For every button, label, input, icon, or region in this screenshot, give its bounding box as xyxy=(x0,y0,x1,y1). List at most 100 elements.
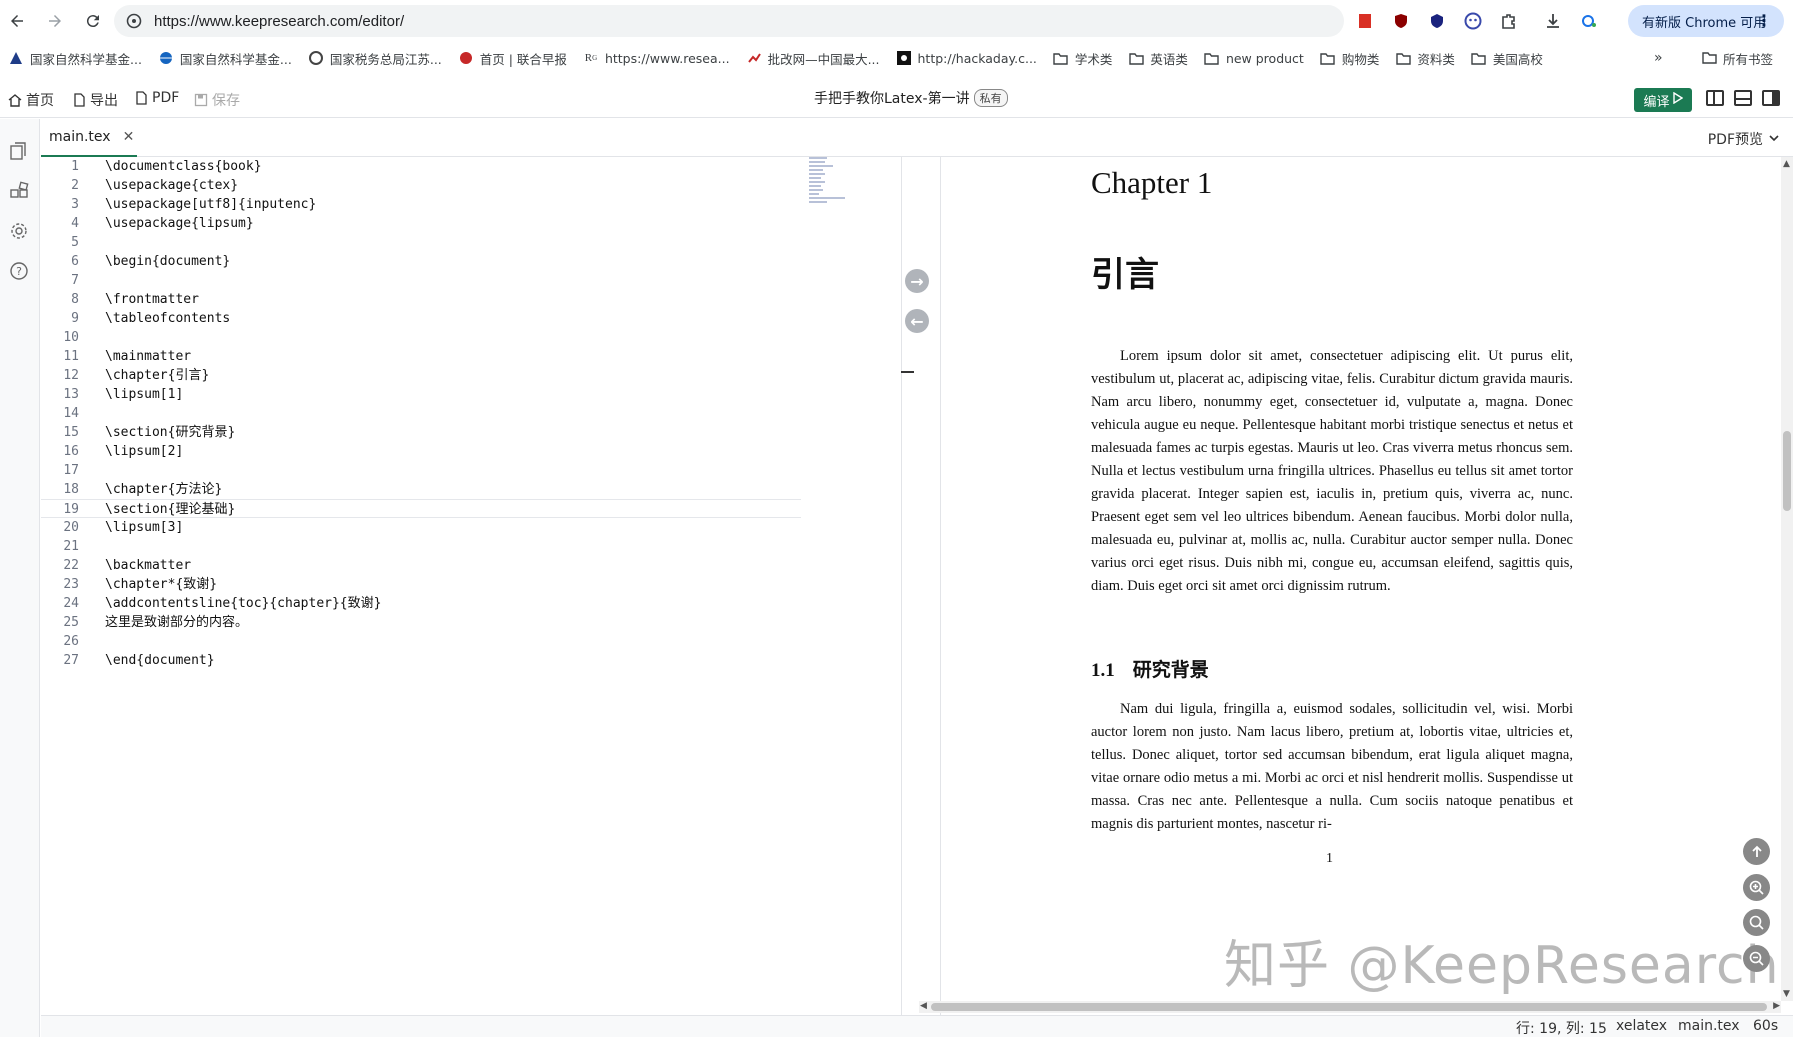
line-number: 13 xyxy=(63,387,79,402)
bookmark-red-icon[interactable] xyxy=(1356,12,1374,30)
ublock-icon[interactable] xyxy=(1392,12,1410,30)
layout-split-horizontal-icon[interactable] xyxy=(1734,90,1752,106)
pdf-preview-dropdown[interactable]: PDF预览 xyxy=(1708,129,1779,149)
code-line[interactable]: 7 xyxy=(41,271,801,290)
packages-icon[interactable] xyxy=(7,179,31,203)
code-line[interactable]: 16 \lipsum[2] xyxy=(41,442,801,461)
code-line[interactable]: 13 \lipsum[1] xyxy=(41,385,801,404)
pane-divider[interactable]: → ← xyxy=(901,157,941,1015)
code-line[interactable]: 22 \backmatter xyxy=(41,556,801,575)
shield-extension-icon[interactable] xyxy=(1428,12,1446,30)
export-button[interactable]: 导出 xyxy=(72,90,118,110)
compiler-engine[interactable]: xelatex xyxy=(1616,1018,1667,1034)
menu-kebab-icon[interactable]: ⋮ xyxy=(1756,11,1772,30)
code-line[interactable]: 12 \chapter{引言} xyxy=(41,366,801,385)
download-icon[interactable] xyxy=(1544,12,1562,30)
code-line[interactable]: 26 xyxy=(41,632,801,651)
code-text: \usepackage{lipsum} xyxy=(105,216,254,231)
scroll-right-arrow-icon[interactable]: ▶ xyxy=(1773,1001,1780,1011)
code-line[interactable]: 6 \begin{document} xyxy=(41,252,801,271)
bookmark-item[interactable]: 批改网—中国最大... xyxy=(746,49,880,68)
code-line[interactable]: 27 \end{document} xyxy=(41,651,801,670)
code-text: \lipsum[3] xyxy=(105,520,184,535)
code-line[interactable]: 18 \chapter{方法论} xyxy=(41,480,801,499)
code-line[interactable]: 9 \tableofcontents xyxy=(41,309,801,328)
code-line[interactable]: 5 xyxy=(41,233,801,252)
bookmark-item[interactable]: 国家自然科学基金... xyxy=(158,49,292,68)
code-line[interactable]: 25 这里是致谢部分的内容。 xyxy=(41,613,801,632)
chrome-update-button[interactable]: 有新版 Chrome 可用 ⋮ xyxy=(1628,5,1784,37)
code-line[interactable]: 10 xyxy=(41,328,801,347)
zoom-in-button[interactable] xyxy=(1743,874,1770,901)
code-line[interactable]: 1 \documentclass{book} xyxy=(41,157,801,176)
code-editor[interactable]: 1 \documentclass{book} 2 \usepackage{ctex} 3… xyxy=(41,157,901,1015)
code-line[interactable]: 14 xyxy=(41,404,801,423)
pdf-button[interactable]: PDF xyxy=(134,90,179,106)
all-bookmarks-button[interactable]: 所有书签 xyxy=(1702,49,1773,68)
sync-to-source-icon[interactable]: ← xyxy=(905,309,929,333)
bookmark-folder[interactable]: 英语类 xyxy=(1128,49,1188,68)
code-line[interactable]: 4 \usepackage{lipsum} xyxy=(41,214,801,233)
layout-pdf-only-icon[interactable] xyxy=(1762,90,1780,106)
code-text: \chapter{方法论} xyxy=(105,482,223,497)
save-button[interactable]: 保存 xyxy=(194,90,240,110)
code-line[interactable]: 2 \usepackage{ctex} xyxy=(41,176,801,195)
close-icon[interactable]: ✕ xyxy=(123,129,135,145)
pdf-horizontal-scrollbar[interactable]: ◀ ▶ xyxy=(919,1001,1781,1013)
code-line[interactable]: 8 \frontmatter xyxy=(41,290,801,309)
bookmark-item[interactable]: R Ghttps://www.resea... xyxy=(583,50,730,66)
bookmark-folder[interactable]: 美国高校 xyxy=(1471,49,1543,68)
section-number: 1.1 xyxy=(1091,660,1115,681)
site-info-icon[interactable] xyxy=(126,13,142,29)
code-text: \lipsum[1] xyxy=(105,387,184,402)
bookmark-folder[interactable]: new product xyxy=(1204,50,1304,66)
layout-switcher xyxy=(1706,90,1780,106)
pdf-vertical-scrollbar[interactable]: ▲ ▼ xyxy=(1781,157,1793,1001)
line-number: 27 xyxy=(63,653,79,668)
tab-main-tex[interactable]: main.tex ✕ xyxy=(41,119,137,157)
puzzle-extensions-icon[interactable] xyxy=(1500,12,1518,30)
more-bookmarks-button[interactable]: » xyxy=(1654,50,1663,66)
settings-gear-icon[interactable] xyxy=(7,219,31,243)
files-icon[interactable] xyxy=(7,139,31,163)
bookmark-folder[interactable]: 学术类 xyxy=(1053,49,1112,68)
bookmark-item[interactable]: http://hackaday.c... xyxy=(896,50,1037,66)
minimap[interactable] xyxy=(809,157,849,217)
bookmark-folder[interactable]: 资料类 xyxy=(1395,49,1455,68)
zoom-fit-button[interactable] xyxy=(1743,909,1770,936)
code-line[interactable]: 15 \section{研究背景} xyxy=(41,423,801,442)
bookmark-item[interactable]: 国家税务总局江苏... xyxy=(308,49,442,68)
scroll-thumb[interactable] xyxy=(1783,431,1791,511)
layout-split-vertical-icon[interactable] xyxy=(1706,90,1724,106)
bookmark-folder[interactable]: 购物类 xyxy=(1320,49,1379,68)
zoom-out-button[interactable] xyxy=(1743,945,1770,972)
code-line[interactable]: 21 xyxy=(41,537,801,556)
scroll-to-top-button[interactable] xyxy=(1743,838,1770,865)
bookmark-item[interactable]: 首页 | 联合早报 xyxy=(458,49,567,68)
scroll-down-arrow-icon[interactable]: ▼ xyxy=(1783,989,1790,999)
forward-icon[interactable] xyxy=(44,10,66,32)
scroll-thumb[interactable] xyxy=(931,1003,1767,1011)
translate-extension-icon[interactable] xyxy=(1580,12,1598,30)
pdf-preview[interactable]: Chapter 1 引言 Lorem ipsum dolor sit amet,… xyxy=(942,157,1781,1001)
code-line[interactable]: 19 \section{理论基础} xyxy=(41,499,801,518)
reload-icon[interactable] xyxy=(82,10,104,32)
code-line[interactable]: 23 \chapter*{致谢} xyxy=(41,575,801,594)
editor-tab-bar: main.tex ✕ PDF预览 xyxy=(41,119,1793,157)
code-line[interactable]: 17 xyxy=(41,461,801,480)
home-button[interactable]: 首页 xyxy=(8,90,54,110)
compile-button[interactable]: 编译 xyxy=(1634,88,1692,112)
face-extension-icon[interactable] xyxy=(1464,12,1482,30)
code-line[interactable]: 20 \lipsum[3] xyxy=(41,518,801,537)
address-bar[interactable]: https://www.keepresearch.com/editor/ xyxy=(114,5,1344,37)
bookmark-item[interactable]: 国家自然科学基金... xyxy=(8,49,142,68)
sync-to-pdf-icon[interactable]: → xyxy=(905,269,929,293)
scroll-left-arrow-icon[interactable]: ◀ xyxy=(920,1001,927,1011)
line-number: 8 xyxy=(71,292,79,307)
scroll-up-arrow-icon[interactable]: ▲ xyxy=(1783,159,1790,169)
help-icon[interactable]: ? xyxy=(7,259,31,283)
code-line[interactable]: 3 \usepackage[utf8]{inputenc} xyxy=(41,195,801,214)
back-icon[interactable] xyxy=(6,10,28,32)
code-line[interactable]: 11 \mainmatter xyxy=(41,347,801,366)
code-line[interactable]: 24 \addcontentsline{toc}{chapter}{致谢} xyxy=(41,594,801,613)
